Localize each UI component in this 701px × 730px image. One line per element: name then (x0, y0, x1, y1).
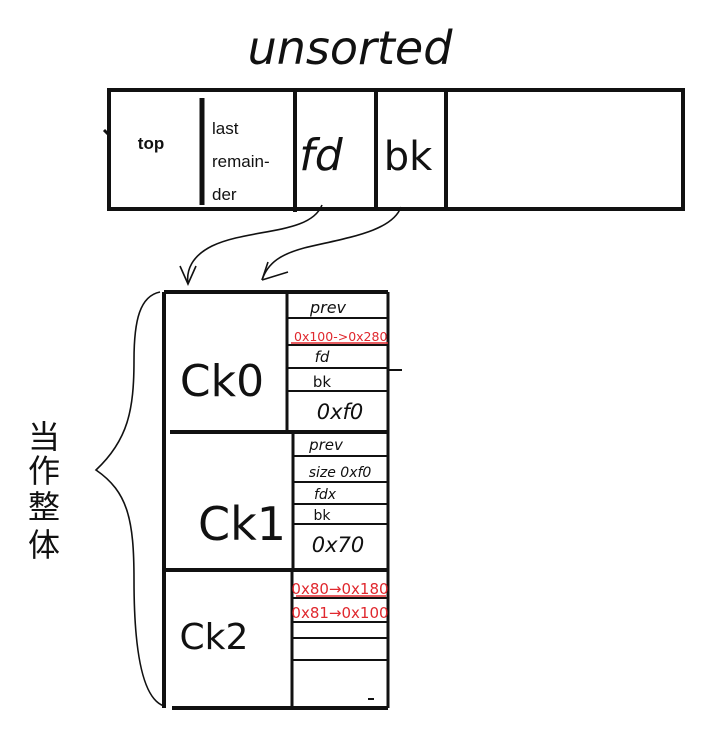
ck1-field-size-low: 0x70 (312, 533, 365, 557)
side-label-2: 作 (28, 452, 60, 490)
bin-cell-der: der (212, 185, 237, 204)
ck1-name: Ck1 (198, 497, 286, 551)
bin-cell-remain: remain- (212, 152, 270, 171)
bin-cell-last: last (212, 119, 239, 138)
ck0-name: Ck0 (180, 356, 264, 407)
ck0-field-fd-change: 0x100->0x280 (294, 329, 387, 344)
fd-arrow (179, 204, 323, 286)
bin-cell-bk: bk (384, 134, 433, 180)
bin-cell-top: top (138, 134, 164, 153)
bin-cell-fd: fd (299, 130, 343, 181)
heap-diagram: unsorted top last remain- der fd bk 当 作 … (28, 21, 685, 710)
ck1-field-size: size 0xf0 (309, 465, 372, 481)
side-label-4: 体 (28, 526, 60, 564)
ck1-field-bk: bk (314, 508, 332, 524)
ck0-field-fd: fd (315, 348, 330, 366)
ck2-name: Ck2 (180, 617, 249, 658)
ck1-field-prev: prev (308, 436, 344, 454)
side-label-3: 整 (28, 488, 60, 526)
ck0-field-prev: prev (309, 298, 347, 317)
ck0-field-size: 0xf0 (317, 400, 364, 424)
grouping-brace (94, 291, 165, 707)
diagram-title: unsorted (248, 21, 454, 75)
ck2-field-bk-change: 0x81→0x100 (291, 604, 388, 622)
ck1-field-fd: fdx (314, 487, 337, 503)
side-label-1: 当 (28, 418, 60, 456)
ck0-field-bk: bk (313, 373, 332, 391)
bk-arrow (261, 206, 402, 281)
